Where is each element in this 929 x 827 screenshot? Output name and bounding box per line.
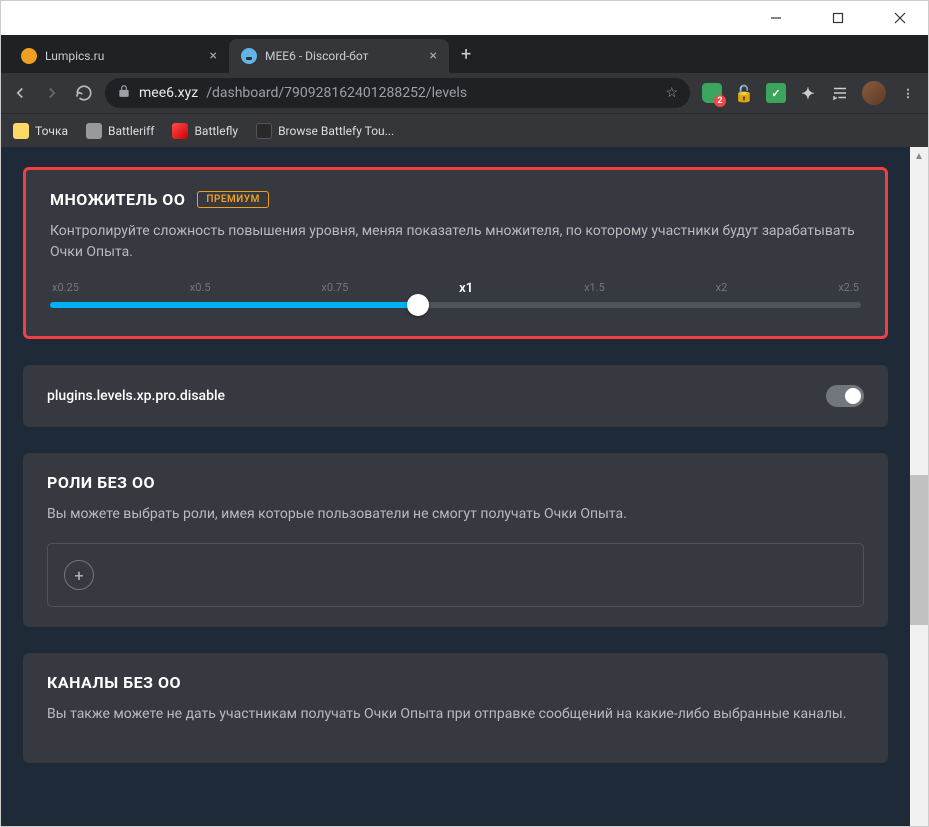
slider-label: x2 xyxy=(716,281,728,296)
reading-list-icon[interactable] xyxy=(830,83,850,103)
tab-title: MEE6 - Discord-бот xyxy=(265,49,368,63)
back-button[interactable] xyxy=(11,84,29,102)
extension-icons: 🔓 ✓ ✦ ⋮ xyxy=(702,81,918,105)
browser-window: Lumpics.ru × MEE6 - Discord-бот × + mee6… xyxy=(1,1,928,826)
bookmark-label: Battleriff xyxy=(108,124,154,138)
add-roles-box[interactable]: + xyxy=(47,543,864,607)
noxp-channels-card: КАНАЛЫ БЕЗ ОО Вы также можете не дать уч… xyxy=(23,653,888,763)
card-description: Вы также можете не дать участникам получ… xyxy=(47,704,864,725)
close-tab-icon[interactable]: × xyxy=(210,48,217,64)
bookmark-icon xyxy=(86,123,102,139)
close-button[interactable] xyxy=(880,3,920,33)
bookmark-item[interactable]: Battleriff xyxy=(86,123,154,139)
url-path: /dashboard/790928162401288252/levels xyxy=(206,85,467,101)
slider-label: x0.25 xyxy=(52,281,79,296)
scroll-up-button[interactable]: ▲ xyxy=(910,147,928,165)
vertical-scrollbar[interactable]: ▲ xyxy=(910,147,928,826)
extension-icon[interactable]: 🔓 xyxy=(734,83,754,103)
minimize-button[interactable] xyxy=(756,3,796,33)
bookmarks-bar: Точка Battleriff Battlefly Browse Battle… xyxy=(1,113,928,147)
forward-button[interactable] xyxy=(43,84,61,102)
tab-mee6[interactable]: MEE6 - Discord-бот × xyxy=(229,39,449,73)
card-title: КАНАЛЫ БЕЗ ОО xyxy=(47,673,864,692)
address-bar: mee6.xyz/dashboard/790928162401288252/le… xyxy=(1,73,928,113)
tab-bar: Lumpics.ru × MEE6 - Discord-бот × + xyxy=(1,35,928,73)
url-input[interactable]: mee6.xyz/dashboard/790928162401288252/le… xyxy=(105,78,690,108)
tab-lumpics[interactable]: Lumpics.ru × xyxy=(9,39,229,73)
favicon-icon xyxy=(241,48,257,64)
premium-badge: ПРЕМИУМ xyxy=(197,191,268,208)
slider-fill xyxy=(50,302,418,308)
favicon-icon xyxy=(21,48,37,64)
slider-labels: x0.25 x0.5 x0.75 x1 x1.5 x2 x2.5 xyxy=(50,281,861,296)
card-description: Контролируйте сложность повышения уровня… xyxy=(50,221,861,263)
bookmark-label: Battlefly xyxy=(194,124,238,138)
toggle-row: plugins.levels.xp.pro.disable xyxy=(47,385,864,407)
bookmark-icon xyxy=(256,123,272,139)
slider-label: x2.5 xyxy=(838,281,859,296)
extension-check-icon[interactable]: ✓ xyxy=(766,83,786,103)
bookmark-label: Точка xyxy=(35,124,68,138)
lock-icon xyxy=(117,84,131,102)
page-content-wrap: МНОЖИТЕЛЬ ОО ПРЕМИУМ Контролируйте сложн… xyxy=(1,147,928,826)
profile-avatar[interactable] xyxy=(862,81,886,105)
card-title-row: МНОЖИТЕЛЬ ОО ПРЕМИУМ xyxy=(50,190,861,209)
add-role-button[interactable]: + xyxy=(64,560,94,590)
slider-label: x0.5 xyxy=(190,281,211,296)
card-description: Вы можете выбрать роли, имея которые пол… xyxy=(47,504,864,525)
slider-thumb[interactable] xyxy=(407,294,429,316)
tab-title: Lumpics.ru xyxy=(45,49,104,63)
url-domain: mee6.xyz xyxy=(139,85,198,101)
bookmark-item[interactable]: Battlefly xyxy=(172,123,238,139)
reload-button[interactable] xyxy=(75,84,93,102)
extensions-button[interactable]: ✦ xyxy=(798,83,818,103)
slider-label: x0.75 xyxy=(321,281,348,296)
bookmark-icon xyxy=(13,123,29,139)
bookmark-icon xyxy=(172,123,188,139)
card-title: МНОЖИТЕЛЬ ОО xyxy=(50,190,185,209)
new-tab-button[interactable]: + xyxy=(449,44,483,65)
adblock-icon[interactable] xyxy=(702,83,722,103)
xp-disable-card: plugins.levels.xp.pro.disable xyxy=(23,365,888,427)
toggle-knob xyxy=(845,388,861,404)
toggle-label: plugins.levels.xp.pro.disable xyxy=(47,388,225,404)
xp-multiplier-slider[interactable] xyxy=(50,302,861,308)
noxp-roles-card: РОЛИ БЕЗ ОО Вы можете выбрать роли, имея… xyxy=(23,453,888,627)
card-title: РОЛИ БЕЗ ОО xyxy=(47,473,864,492)
xp-disable-toggle[interactable] xyxy=(826,385,864,407)
scroll-thumb[interactable] xyxy=(910,475,928,625)
bookmark-item[interactable]: Browse Battlefy Tou... xyxy=(256,123,394,139)
bookmark-item[interactable]: Точка xyxy=(13,123,68,139)
window-titlebar xyxy=(1,1,928,35)
bookmark-label: Browse Battlefy Tou... xyxy=(278,124,394,138)
nav-buttons xyxy=(11,84,93,102)
bookmark-star-icon[interactable]: ☆ xyxy=(665,85,678,101)
slider-label-active: x1 xyxy=(459,281,473,296)
browser-menu-button[interactable]: ⋮ xyxy=(898,83,918,103)
maximize-button[interactable] xyxy=(818,3,858,33)
close-tab-icon[interactable]: × xyxy=(430,48,437,64)
page-content: МНОЖИТЕЛЬ ОО ПРЕМИУМ Контролируйте сложн… xyxy=(1,147,910,826)
slider-label: x1.5 xyxy=(584,281,605,296)
xp-multiplier-card: МНОЖИТЕЛЬ ОО ПРЕМИУМ Контролируйте сложн… xyxy=(23,167,888,339)
